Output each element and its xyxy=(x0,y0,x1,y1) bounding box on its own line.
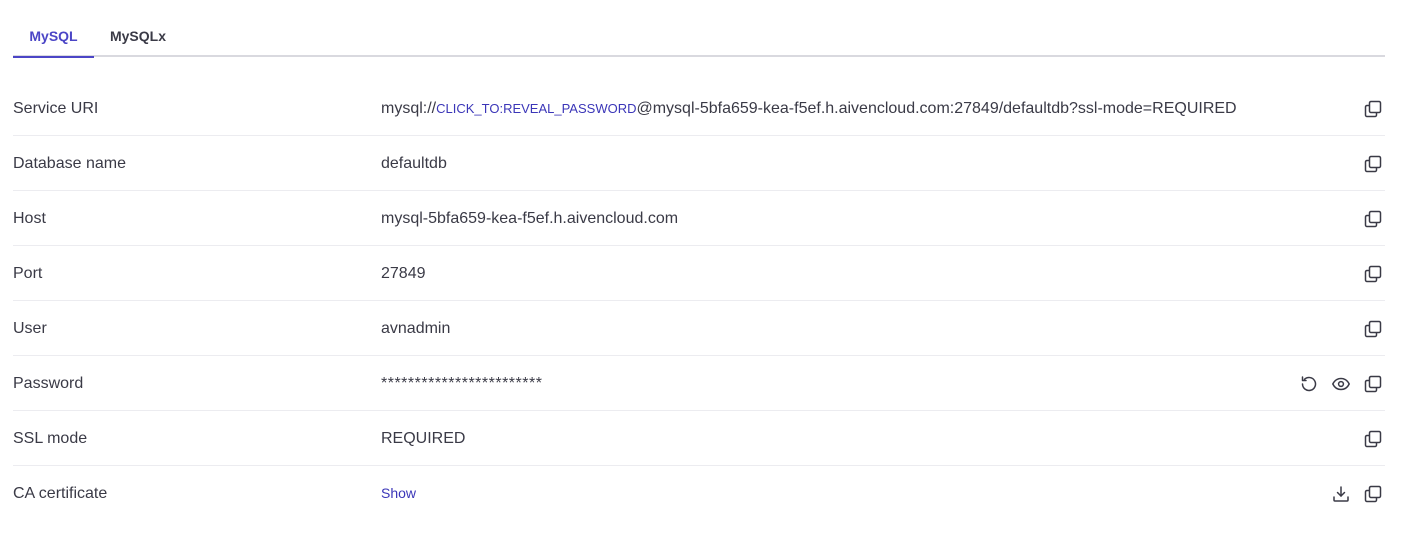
row-actions xyxy=(1297,356,1385,411)
uri-suffix: @mysql-5bfa659-kea-f5ef.h.aivencloud.com… xyxy=(636,100,1237,117)
row-port: Port 27849 xyxy=(13,246,1385,301)
row-actions xyxy=(1329,466,1385,521)
ssl-mode-value: REQUIRED xyxy=(381,430,466,447)
row-actions xyxy=(1361,246,1385,301)
show-certificate-link[interactable]: Show xyxy=(381,485,416,501)
row-actions xyxy=(1361,301,1385,356)
connection-info-panel: MySQL MySQLx Service URI mysql://CLICK_T… xyxy=(13,0,1385,521)
row-label: Host xyxy=(13,210,46,227)
row-label: Port xyxy=(13,265,43,282)
row-label: Database name xyxy=(13,155,126,172)
row-ssl-mode: SSL mode REQUIRED xyxy=(13,411,1385,466)
row-label: CA certificate xyxy=(13,485,108,502)
uri-prefix: mysql:// xyxy=(381,100,437,117)
row-label: Password xyxy=(13,375,84,392)
row-actions xyxy=(1361,136,1385,191)
row-password: Password ************************ xyxy=(13,356,1385,411)
host-value: mysql-5bfa659-kea-f5ef.h.aivencloud.com xyxy=(381,210,679,227)
row-actions xyxy=(1361,81,1385,136)
row-database-name: Database name defaultdb xyxy=(13,136,1385,191)
tab-bar: MySQL MySQLx xyxy=(13,0,1385,58)
copy-icon[interactable] xyxy=(1361,482,1385,506)
ca-certificate-value: Show xyxy=(381,466,416,521)
reset-icon[interactable] xyxy=(1297,372,1321,396)
password-value: ************************ xyxy=(381,375,543,392)
copy-icon[interactable] xyxy=(1361,262,1385,286)
database-name-value: defaultdb xyxy=(381,155,447,172)
row-host: Host mysql-5bfa659-kea-f5ef.h.aivencloud… xyxy=(13,191,1385,246)
tab-mysql[interactable]: MySQL xyxy=(13,0,94,58)
service-uri-value: mysql://CLICK_TO:REVEAL_PASSWORD@mysql-5… xyxy=(381,81,1237,136)
row-actions xyxy=(1361,191,1385,246)
reveal-password-link[interactable]: CLICK_TO:REVEAL_PASSWORD xyxy=(436,101,636,116)
eye-icon[interactable] xyxy=(1329,372,1353,396)
user-value: avnadmin xyxy=(381,320,451,337)
download-icon[interactable] xyxy=(1329,482,1353,506)
row-label: SSL mode xyxy=(13,430,88,447)
port-value: 27849 xyxy=(381,265,426,282)
copy-icon[interactable] xyxy=(1361,152,1385,176)
row-user: User avnadmin xyxy=(13,301,1385,356)
copy-icon[interactable] xyxy=(1361,207,1385,231)
row-actions xyxy=(1361,411,1385,466)
row-service-uri: Service URI mysql://CLICK_TO:REVEAL_PASS… xyxy=(13,81,1385,136)
connection-details-list: Service URI mysql://CLICK_TO:REVEAL_PASS… xyxy=(13,81,1385,521)
copy-icon[interactable] xyxy=(1361,97,1385,121)
row-label: User xyxy=(13,320,47,337)
copy-icon[interactable] xyxy=(1361,317,1385,341)
copy-icon[interactable] xyxy=(1361,427,1385,451)
row-label: Service URI xyxy=(13,100,99,117)
row-ca-certificate: CA certificate Show xyxy=(13,466,1385,521)
tab-mysqlx[interactable]: MySQLx xyxy=(94,0,182,57)
copy-icon[interactable] xyxy=(1361,372,1385,396)
